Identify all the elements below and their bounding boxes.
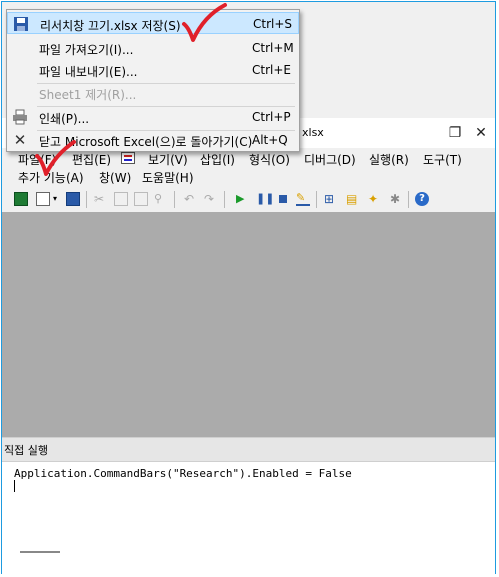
toolbox-icon[interactable]: ✱ bbox=[390, 192, 404, 206]
design-mode-icon[interactable]: ✎ bbox=[296, 192, 310, 206]
save-toolbar-icon[interactable] bbox=[66, 192, 80, 206]
redo-icon[interactable]: ↷ bbox=[204, 192, 218, 206]
menu-item-shortcut: Ctrl+P bbox=[252, 110, 291, 124]
menu-item-print[interactable]: 인쇄(P)... Ctrl+P bbox=[7, 106, 299, 128]
copy-icon[interactable] bbox=[114, 192, 128, 206]
immediate-window-header: 직접 실행 bbox=[2, 437, 495, 462]
toolbar-separator bbox=[316, 191, 317, 208]
menu-item-label: Sheet1 제거(R)... bbox=[39, 88, 137, 102]
menu-view[interactable]: 보기(V) bbox=[148, 151, 188, 168]
standard-toolbar: ▾ ✂ ⚲ ↶ ↷ ▶ ❚❚ ✎ ⊞ ▤ ✦ ✱ ? bbox=[2, 188, 495, 213]
break-icon[interactable]: ❚❚ bbox=[256, 192, 274, 206]
undo-icon[interactable]: ↶ bbox=[184, 192, 198, 206]
menu-insert[interactable]: 삽입(I) bbox=[200, 151, 235, 168]
properties-icon[interactable]: ▤ bbox=[346, 192, 360, 206]
menu-item-label: 파일 가져오기(I)... bbox=[39, 43, 134, 57]
toolbar-separator bbox=[408, 191, 409, 208]
menu-debug[interactable]: 디버그(D) bbox=[304, 151, 356, 168]
immediate-code-line[interactable]: Application.CommandBars("Research").Enab… bbox=[14, 467, 352, 480]
window-title: xlsx bbox=[302, 126, 324, 139]
horizontal-scrollbar[interactable] bbox=[20, 551, 60, 553]
menu-item-label: 파일 내보내기(E)... bbox=[39, 65, 138, 79]
restore-icon[interactable]: ❐ bbox=[444, 122, 466, 144]
reset-icon[interactable] bbox=[276, 192, 290, 206]
run-icon[interactable]: ▶ bbox=[236, 192, 250, 206]
close-icon: ✕ bbox=[13, 131, 27, 149]
help-icon[interactable]: ? bbox=[415, 192, 429, 206]
menu-item-shortcut: Ctrl+M bbox=[252, 41, 294, 55]
menu-item-shortcut: Ctrl+E bbox=[252, 63, 291, 77]
menu-item-shortcut: Alt+Q bbox=[252, 133, 288, 147]
menu-item-export-file[interactable]: 파일 내보내기(E)... Ctrl+E bbox=[7, 59, 299, 81]
insert-userform-icon[interactable] bbox=[36, 192, 50, 206]
menu-item-label: 리서치창 끄기.xlsx 저장(S) bbox=[40, 19, 181, 33]
dropdown-arrow-icon[interactable]: ▾ bbox=[53, 194, 57, 203]
toolbar-separator bbox=[224, 191, 225, 208]
object-browser-icon[interactable]: ✦ bbox=[368, 192, 382, 206]
excel-icon[interactable] bbox=[14, 192, 28, 206]
print-icon bbox=[12, 109, 28, 125]
menu-item-import-file[interactable]: 파일 가져오기(I)... Ctrl+M bbox=[7, 37, 299, 59]
view-code-icon[interactable] bbox=[121, 152, 135, 164]
menu-item-label: 인쇄(P)... bbox=[39, 112, 90, 126]
menu-run[interactable]: 실행(R) bbox=[369, 151, 409, 168]
menu-tools[interactable]: 도구(T) bbox=[423, 151, 462, 168]
menu-item-remove-sheet: Sheet1 제거(R)... bbox=[7, 82, 299, 104]
immediate-window-title: 직접 실행 bbox=[4, 444, 48, 457]
immediate-window[interactable]: Application.CommandBars("Research").Enab… bbox=[2, 461, 495, 574]
paste-icon[interactable] bbox=[134, 192, 148, 206]
close-window-icon[interactable]: ✕ bbox=[470, 122, 492, 144]
project-explorer-icon[interactable]: ⊞ bbox=[324, 192, 338, 206]
save-icon bbox=[13, 16, 29, 32]
find-icon[interactable]: ⚲ bbox=[154, 192, 168, 206]
menu-window[interactable]: 창(W) bbox=[99, 169, 131, 186]
toolbar-separator bbox=[86, 191, 87, 208]
menu-item-shortcut: Ctrl+S bbox=[253, 17, 293, 31]
text-caret bbox=[14, 480, 15, 492]
menu-help[interactable]: 도움말(H) bbox=[142, 169, 194, 186]
red-checkmark-icon bbox=[35, 140, 76, 176]
file-menu-dropdown: 리서치창 끄기.xlsx 저장(S) Ctrl+S 파일 가져오기(I)... … bbox=[6, 9, 300, 152]
red-checkmark-icon bbox=[182, 3, 227, 42]
cut-icon[interactable]: ✂ bbox=[94, 192, 108, 206]
toolbar-separator bbox=[174, 191, 175, 208]
menu-item-save[interactable]: 리서치창 끄기.xlsx 저장(S) Ctrl+S bbox=[7, 12, 299, 34]
code-window-area bbox=[2, 212, 495, 437]
menu-format[interactable]: 형식(O) bbox=[249, 151, 290, 168]
